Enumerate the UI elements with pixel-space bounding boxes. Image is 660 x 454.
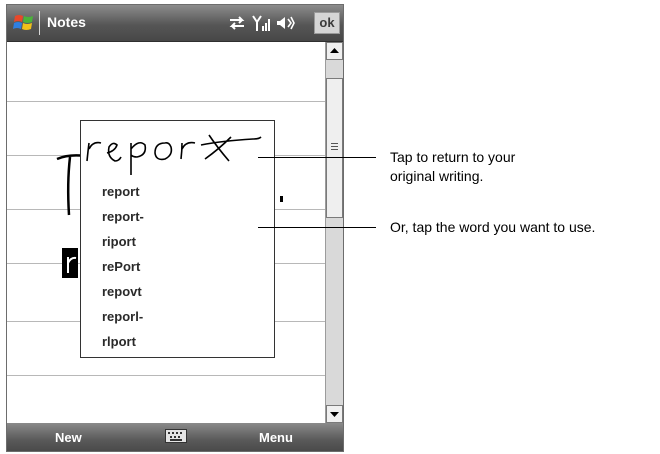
suggestion-item[interactable]: riport <box>102 234 136 249</box>
new-button[interactable]: New <box>55 430 82 445</box>
selected-ink-glyph <box>67 256 77 273</box>
app-title: Notes <box>47 14 86 30</box>
scroll-thumb[interactable] <box>326 78 343 218</box>
recognition-popup: report report- riport rePort repovt repo… <box>80 120 275 358</box>
suggestion-item[interactable]: rePort <box>102 259 140 274</box>
vertical-scrollbar[interactable] <box>325 42 343 423</box>
suggestion-item[interactable]: reporl- <box>102 309 143 324</box>
handwritten-ink-dot <box>280 196 283 202</box>
ruled-line <box>7 101 325 102</box>
keyboard-icon[interactable] <box>165 429 187 443</box>
sync-arrows-icon[interactable] <box>227 14 247 32</box>
signal-strength-icon[interactable] <box>251 14 271 32</box>
scroll-down-button[interactable] <box>326 405 343 423</box>
callout-tap-word: Or, tap the word you want to use. <box>390 219 596 235</box>
callout-text-line: original writing. <box>390 168 484 184</box>
windows-start-icon[interactable] <box>13 12 35 34</box>
grip-icon <box>331 143 338 150</box>
title-separator <box>39 11 40 35</box>
callout-line-original <box>258 157 376 158</box>
ok-button[interactable]: ok <box>314 12 340 34</box>
up-arrow-icon <box>330 48 339 53</box>
suggestion-item[interactable]: repovt <box>102 284 142 299</box>
original-writing-ink[interactable] <box>81 121 274 177</box>
menu-button[interactable]: Menu <box>259 430 293 445</box>
suggestion-item[interactable]: report <box>102 184 140 199</box>
suggestion-item[interactable]: rlport <box>102 334 136 349</box>
scroll-up-button[interactable] <box>326 42 343 60</box>
title-bar: Notes ok <box>7 5 343 42</box>
ruled-line <box>7 375 325 376</box>
callout-line-suggestions <box>258 227 376 228</box>
pocketpc-screen: Notes ok report report- riport rePort re… <box>6 4 344 452</box>
suggestion-item[interactable]: report- <box>102 209 144 224</box>
callout-original-writing: Tap to return to your original writing. <box>390 148 515 186</box>
speaker-icon[interactable] <box>275 14 295 32</box>
callout-text-line: Tap to return to your <box>390 149 516 165</box>
down-arrow-icon <box>330 412 339 417</box>
menu-bar: New Menu <box>7 423 343 451</box>
